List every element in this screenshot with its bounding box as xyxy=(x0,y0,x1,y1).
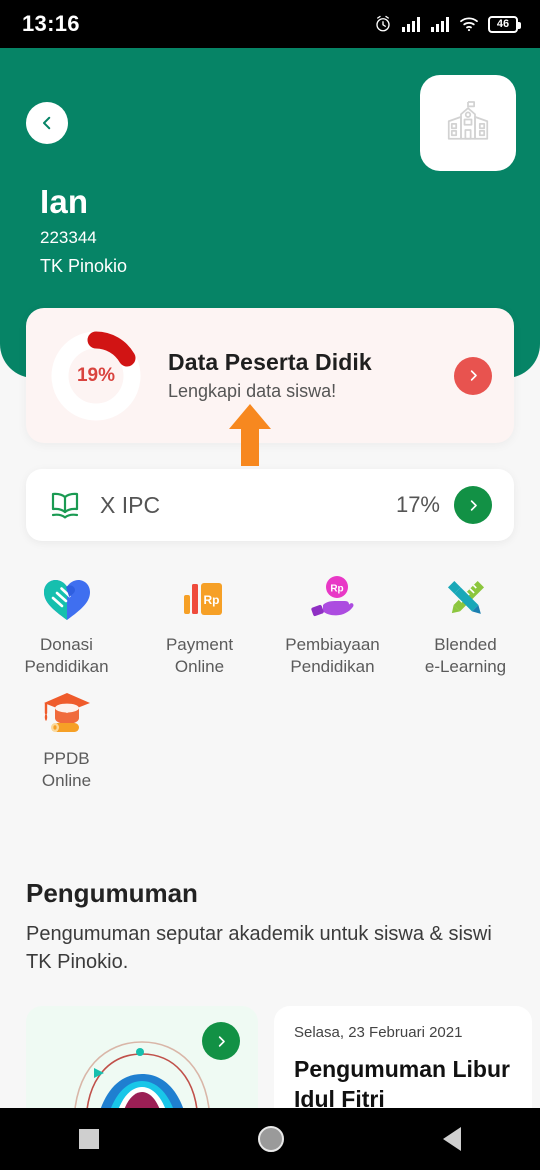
announcement-section-desc: Pengumuman seputar akademik untuk siswa … xyxy=(26,923,492,974)
class-name: X IPC xyxy=(100,491,161,518)
svg-text:Rp: Rp xyxy=(330,584,343,595)
menu-label: Pembiayaan Pendidikan xyxy=(285,635,380,677)
student-data-subtitle: Lengkapi data siswa! xyxy=(168,381,337,401)
signal-icon xyxy=(402,17,420,32)
announcement-date: Selasa, 23 Februari 2021 xyxy=(294,1024,463,1041)
battery-icon: 46 xyxy=(488,15,521,33)
status-time: 13:16 xyxy=(22,11,80,36)
wifi-icon xyxy=(460,17,478,32)
menu-label: Blended e-Learning xyxy=(424,635,507,677)
user-name: Ian xyxy=(40,183,89,220)
hand-coin-rp-icon: Rp xyxy=(307,573,359,625)
menu-item-payment-online[interactable]: Rp Payment Online xyxy=(133,565,266,679)
progress-percent: 19% xyxy=(76,364,116,386)
payment-card-rp-icon: Rp xyxy=(175,573,225,625)
user-id: 223344 xyxy=(40,228,97,247)
pencil-ruler-icon xyxy=(441,573,491,625)
status-icon-group: 46 xyxy=(374,15,521,33)
school-building-icon xyxy=(447,101,489,140)
chevron-right-icon xyxy=(470,499,477,511)
signal-icon xyxy=(431,17,449,32)
back-button[interactable] xyxy=(26,102,68,144)
chevron-left-icon xyxy=(43,116,51,130)
announcement-section-title: Pengumuman xyxy=(26,878,198,908)
annotation-arrow xyxy=(228,404,272,466)
menu-item-donasi-pendidikan[interactable]: Donasi Pendidikan xyxy=(0,565,133,679)
circle-home-icon[interactable] xyxy=(257,1126,284,1152)
battery-level: 46 xyxy=(496,17,510,30)
menu-label: PPDB Online xyxy=(41,748,92,791)
menu-item-blended-elearning[interactable]: Blended e-Learning xyxy=(399,565,532,679)
menu-item-ppdb-online[interactable]: PPDB Online xyxy=(0,679,133,793)
progress-ring: 19% xyxy=(48,328,144,424)
menu-label: Donasi Pendidikan xyxy=(24,635,109,677)
student-data-arrow-button[interactable] xyxy=(454,356,492,395)
heart-handshake-icon xyxy=(42,573,92,625)
triangle-back-icon[interactable] xyxy=(442,1127,461,1151)
student-data-texts: Data Peserta Didik Lengkapi data siswa! xyxy=(168,349,454,402)
menu-item-pembiayaan-pendidikan[interactable]: Rp Pembiayaan Pendidikan xyxy=(266,565,399,679)
status-bar: 13:16 46 xyxy=(0,0,540,48)
phone-screen: 13:16 46 Ian 223344 TK Pinokio 19% Data … xyxy=(0,0,540,1170)
open-book-icon xyxy=(51,492,79,519)
class-card[interactable]: X IPC 17% xyxy=(26,469,514,541)
class-arrow-button[interactable] xyxy=(454,486,492,524)
chevron-right-icon xyxy=(218,1035,225,1047)
square-recents-icon[interactable] xyxy=(79,1129,100,1149)
up-arrow-annotation xyxy=(229,404,271,466)
school-logo[interactable] xyxy=(420,75,516,171)
android-nav-bar xyxy=(0,1108,540,1170)
menu-grid: Donasi Pendidikan Rp Payment Online Rp P… xyxy=(0,565,540,793)
svg-text:Rp: Rp xyxy=(203,593,219,607)
alarm-icon xyxy=(376,15,390,32)
student-data-title: Data Peserta Didik xyxy=(168,349,372,375)
chevron-right-icon xyxy=(470,370,477,381)
class-progress-percent: 17% xyxy=(395,492,440,517)
menu-label: Payment Online xyxy=(165,635,234,677)
user-school-name: TK Pinokio xyxy=(40,256,128,276)
announcement-title: Pengumuman Libur Idul Fitri xyxy=(294,1056,510,1112)
announcement-arrow-button[interactable] xyxy=(202,1022,240,1060)
graduation-cap-diploma-icon xyxy=(41,687,93,739)
